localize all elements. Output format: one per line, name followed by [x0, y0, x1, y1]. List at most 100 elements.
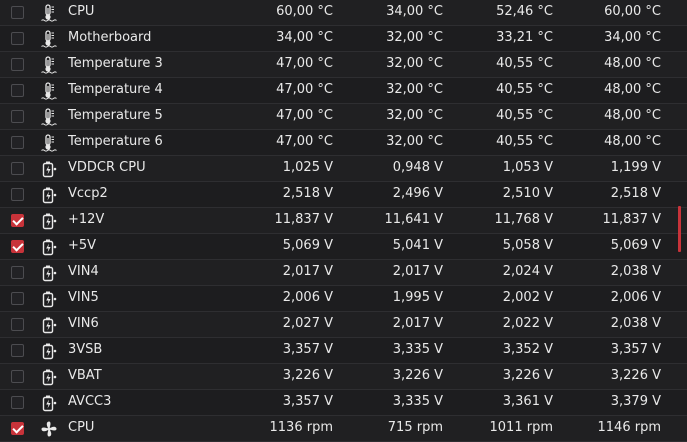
min-value: 1,995 V	[392, 290, 443, 305]
battery-icon	[40, 238, 58, 256]
max-value: 5,069 V	[610, 238, 661, 253]
sensor-name: Temperature 6	[68, 134, 163, 149]
avg-value: 3,361 V	[502, 394, 553, 409]
plot-checkbox[interactable]	[11, 32, 24, 45]
plot-checkbox[interactable]	[11, 188, 24, 201]
avg-value: 2,002 V	[502, 290, 553, 305]
avg-value: 5,058 V	[502, 238, 553, 253]
min-value: 3,226 V	[392, 368, 443, 383]
thermometer-icon	[40, 4, 58, 22]
sensor-row[interactable]: +5V 5,069 V 5,041 V 5,058 V 5,069 V	[0, 234, 687, 260]
battery-icon	[40, 212, 58, 230]
sensor-name: 3VSB	[68, 342, 103, 357]
sensor-row[interactable]: Temperature 3 47,00 °C 32,00 °C 40,55 °C…	[0, 52, 687, 78]
sensor-row[interactable]: VIN6 2,027 V 2,017 V 2,022 V 2,038 V	[0, 312, 687, 338]
plot-checkbox[interactable]	[11, 84, 24, 97]
max-value: 3,379 V	[610, 394, 661, 409]
thermometer-icon	[40, 82, 58, 100]
min-value: 2,017 V	[392, 264, 443, 279]
sensor-name: CPU	[68, 420, 95, 435]
sensor-name: VIN5	[68, 290, 99, 305]
sensor-name: Vccp2	[68, 186, 108, 201]
max-value: 48,00 °C	[604, 82, 661, 97]
avg-value: 11,768 V	[494, 212, 553, 227]
plot-checkbox[interactable]	[11, 58, 24, 71]
battery-icon	[40, 316, 58, 334]
plot-checkbox[interactable]	[11, 292, 24, 305]
avg-value: 3,352 V	[502, 342, 553, 357]
avg-value: 40,55 °C	[496, 134, 553, 149]
plot-checkbox[interactable]	[11, 214, 24, 227]
fan-icon	[40, 420, 58, 438]
plot-checkbox[interactable]	[11, 396, 24, 409]
sensor-name: VBAT	[68, 368, 102, 383]
battery-icon	[40, 264, 58, 282]
max-value: 1,199 V	[610, 160, 661, 175]
avg-value: 40,55 °C	[496, 108, 553, 123]
plot-checkbox[interactable]	[11, 110, 24, 123]
sensor-name: Temperature 4	[68, 82, 163, 97]
avg-value: 33,21 °C	[496, 30, 553, 45]
min-value: 32,00 °C	[386, 30, 443, 45]
plot-checkbox[interactable]	[11, 344, 24, 357]
sensor-row[interactable]: CPU 60,00 °C 34,00 °C 52,46 °C 60,00 °C	[0, 0, 687, 26]
sensor-name: AVCC3	[68, 394, 112, 409]
sensor-name: +12V	[68, 212, 105, 227]
plot-checkbox[interactable]	[11, 162, 24, 175]
sensor-row[interactable]: VIN5 2,006 V 1,995 V 2,002 V 2,006 V	[0, 286, 687, 312]
max-value: 3,357 V	[610, 342, 661, 357]
sensor-name: Motherboard	[68, 30, 152, 45]
min-value: 11,641 V	[384, 212, 443, 227]
scrollbar-thumb[interactable]	[678, 206, 681, 252]
avg-value: 1011 rpm	[489, 420, 553, 435]
current-value: 5,069 V	[282, 238, 333, 253]
sensor-row[interactable]: Temperature 5 47,00 °C 32,00 °C 40,55 °C…	[0, 104, 687, 130]
plot-checkbox[interactable]	[11, 318, 24, 331]
sensor-row[interactable]: VDDCR CPU 1,025 V 0,948 V 1,053 V 1,199 …	[0, 156, 687, 182]
battery-icon	[40, 342, 58, 360]
sensor-name: Temperature 3	[68, 56, 163, 71]
current-value: 34,00 °C	[276, 30, 333, 45]
avg-value: 52,46 °C	[496, 4, 553, 19]
sensor-row[interactable]: Vccp2 2,518 V 2,496 V 2,510 V 2,518 V	[0, 182, 687, 208]
plot-checkbox[interactable]	[11, 422, 24, 435]
sensor-row[interactable]: Temperature 4 47,00 °C 32,00 °C 40,55 °C…	[0, 78, 687, 104]
battery-icon	[40, 368, 58, 386]
plot-checkbox[interactable]	[11, 266, 24, 279]
current-value: 2,518 V	[282, 186, 333, 201]
sensor-row[interactable]: 3VSB 3,357 V 3,335 V 3,352 V 3,357 V	[0, 338, 687, 364]
sensor-row[interactable]: CPU 1136 rpm 715 rpm 1011 rpm 1146 rpm	[0, 416, 687, 442]
max-value: 3,226 V	[610, 368, 661, 383]
sensor-name: Temperature 5	[68, 108, 163, 123]
current-value: 2,017 V	[282, 264, 333, 279]
plot-checkbox[interactable]	[11, 370, 24, 383]
max-value: 48,00 °C	[604, 56, 661, 71]
current-value: 3,357 V	[282, 394, 333, 409]
max-value: 2,038 V	[610, 316, 661, 331]
avg-value: 2,022 V	[502, 316, 553, 331]
sensor-row[interactable]: VIN4 2,017 V 2,017 V 2,024 V 2,038 V	[0, 260, 687, 286]
max-value: 48,00 °C	[604, 108, 661, 123]
sensor-row[interactable]: Motherboard 34,00 °C 32,00 °C 33,21 °C 3…	[0, 26, 687, 52]
plot-checkbox[interactable]	[11, 240, 24, 253]
max-value: 48,00 °C	[604, 134, 661, 149]
plot-checkbox[interactable]	[11, 6, 24, 19]
avg-value: 40,55 °C	[496, 82, 553, 97]
battery-icon	[40, 290, 58, 308]
sensor-row[interactable]: Temperature 6 47,00 °C 32,00 °C 40,55 °C…	[0, 130, 687, 156]
max-value: 1146 rpm	[597, 420, 661, 435]
sensor-row[interactable]: VBAT 3,226 V 3,226 V 3,226 V 3,226 V	[0, 364, 687, 390]
max-value: 2,518 V	[610, 186, 661, 201]
sensor-row[interactable]: AVCC3 3,357 V 3,335 V 3,361 V 3,379 V	[0, 390, 687, 416]
sensor-row[interactable]: +12V 11,837 V 11,641 V 11,768 V 11,837 V	[0, 208, 687, 234]
avg-value: 3,226 V	[502, 368, 553, 383]
current-value: 47,00 °C	[276, 108, 333, 123]
max-value: 2,038 V	[610, 264, 661, 279]
min-value: 3,335 V	[392, 394, 443, 409]
thermometer-icon	[40, 30, 58, 48]
plot-checkbox[interactable]	[11, 136, 24, 149]
thermometer-icon	[40, 134, 58, 152]
sensor-name: VIN4	[68, 264, 99, 279]
thermometer-icon	[40, 108, 58, 126]
min-value: 3,335 V	[392, 342, 443, 357]
